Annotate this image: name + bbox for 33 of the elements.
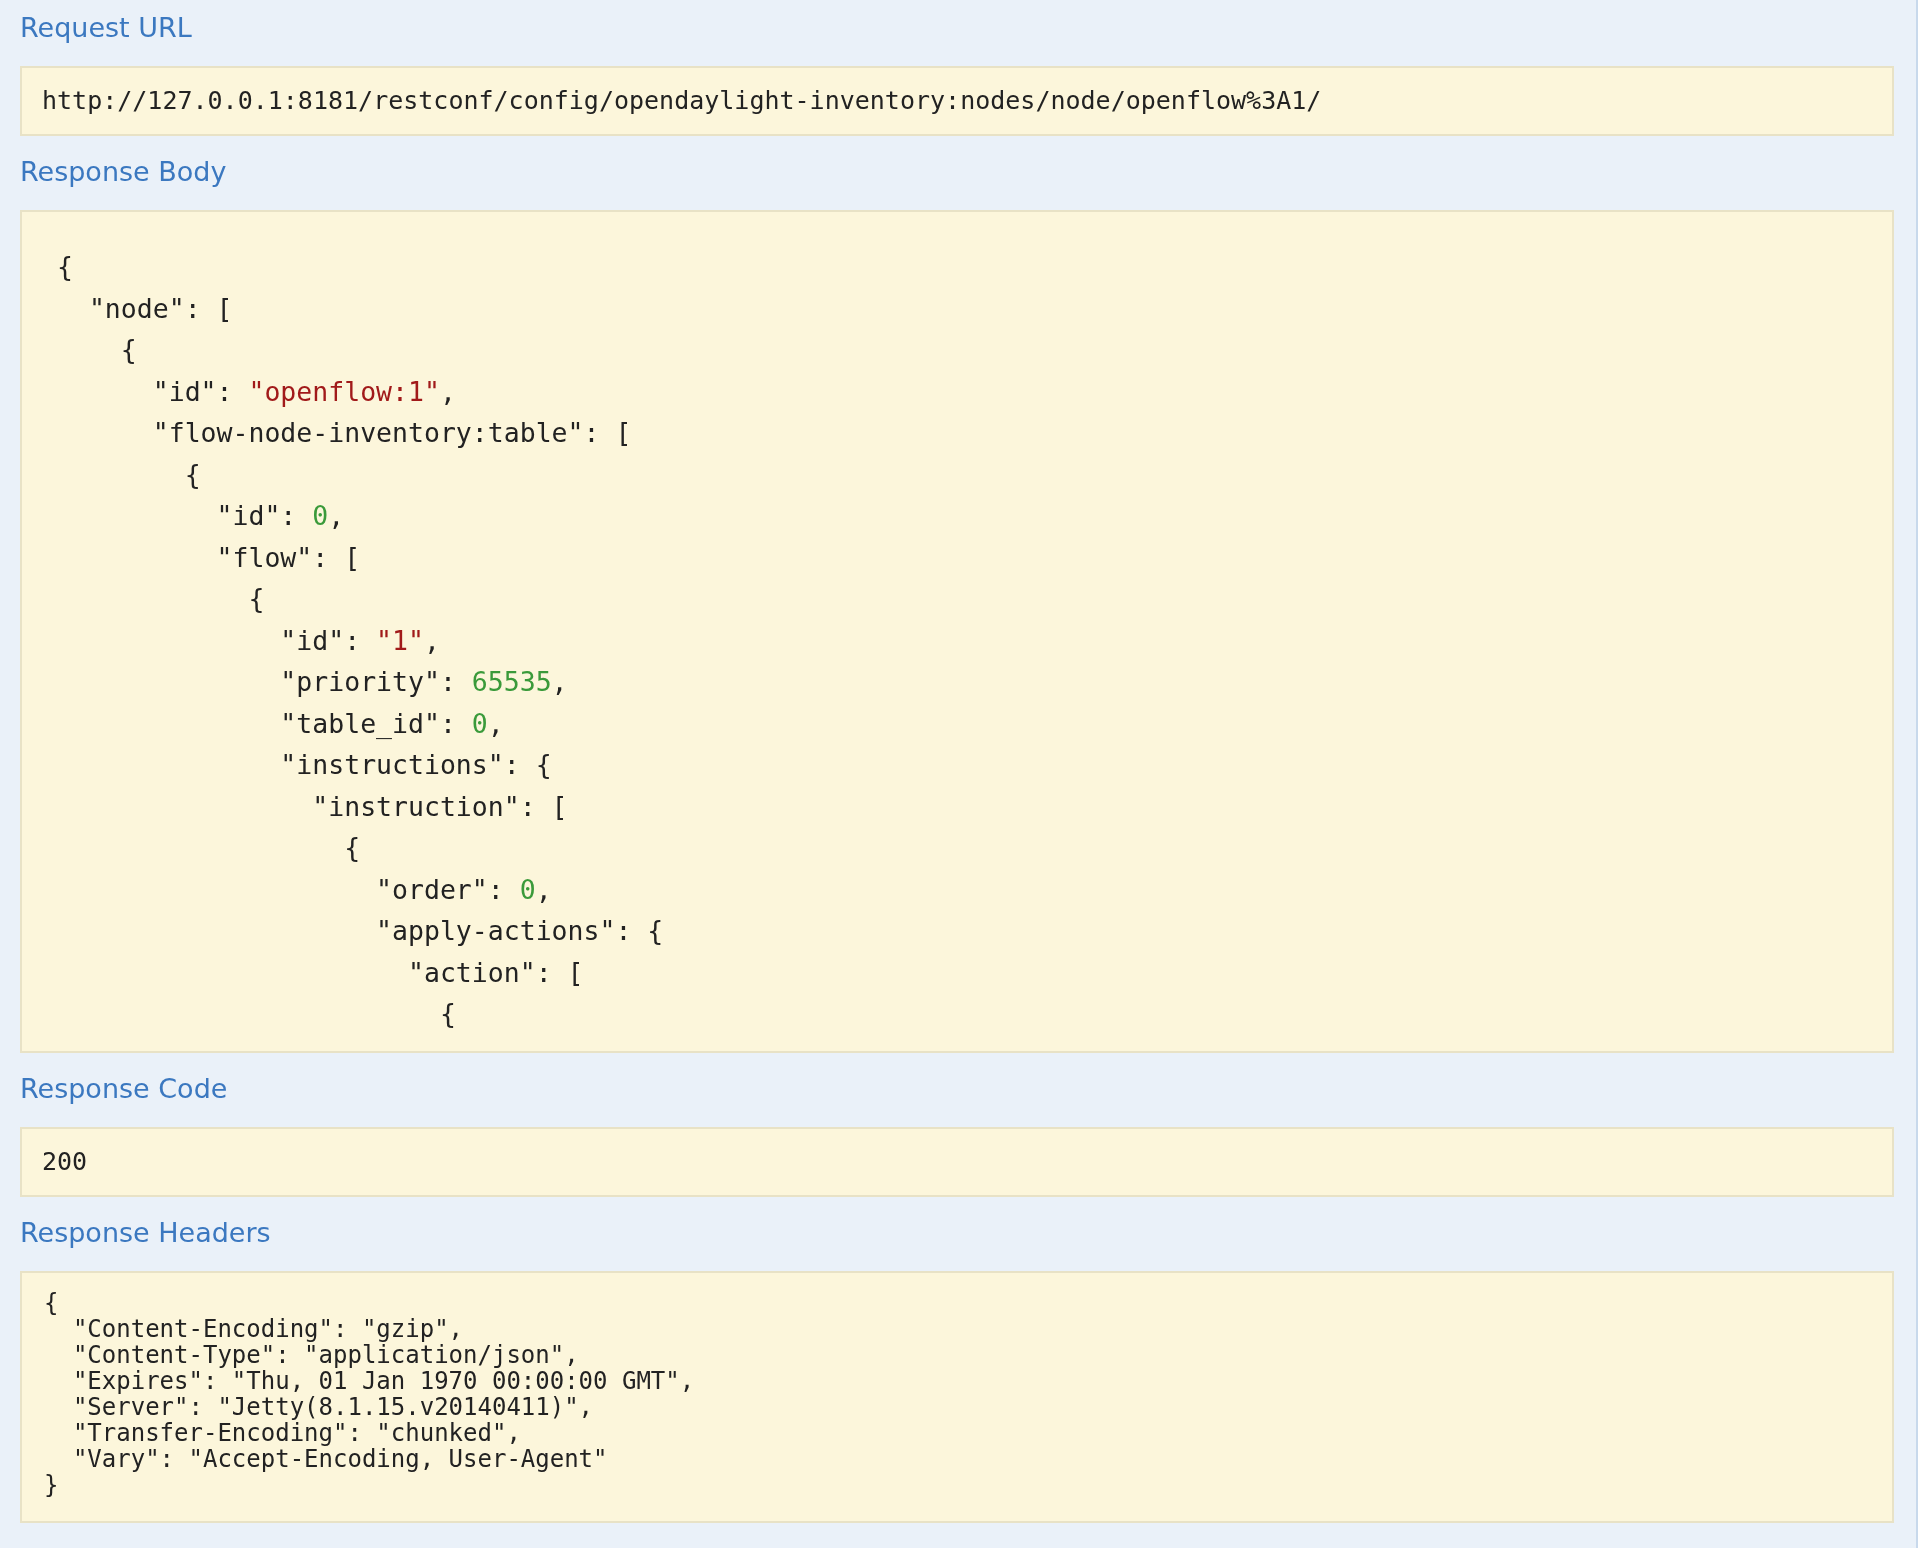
header-line: "Transfer-Encoding": "chunked", — [71, 1420, 521, 1446]
code-line: "id": "openflow:1", — [151, 374, 456, 409]
section-heading: Response Headers — [20, 1215, 271, 1250]
header-line: "Server": "Jetty(8.1.15.v20140411)", — [71, 1394, 594, 1420]
header-line: "Content-Type": "application/json", — [71, 1342, 579, 1368]
code-line: "flow-node-inventory:table": [ — [151, 416, 632, 450]
code-line: "action": [ — [407, 955, 584, 990]
value-text: http://127.0.0.1:8181/restconf/config/opendaylight-inventory:nodes/node/openflow%3A1/ — [42, 85, 1322, 118]
value-text: 200 — [42, 1146, 88, 1179]
code-line: "apply-actions": { — [375, 914, 664, 948]
code-line: "instructions": { — [279, 748, 552, 782]
header-line: } — [44, 1472, 59, 1498]
code-line: { — [438, 997, 456, 1031]
code-line: { — [57, 250, 73, 284]
code-line: "table_id": 0, — [279, 706, 504, 741]
section-heading: Request URL — [20, 10, 192, 45]
code-line: "id": 0, — [215, 499, 345, 533]
header-line: "Vary": "Accept-Encoding, User-Agent" — [71, 1446, 608, 1472]
code-line: "flow": [ — [215, 540, 361, 575]
code-line: { — [183, 457, 201, 492]
code-line: "id": "1", — [279, 623, 440, 658]
header-line: "Expires": "Thu, 01 Jan 1970 00:00:00 GMT", — [71, 1368, 695, 1394]
code-line: "instruction": [ — [311, 789, 568, 824]
code-line: "priority": 65535, — [279, 665, 568, 699]
code-line: { — [119, 333, 137, 367]
section-heading: Response Code — [20, 1071, 228, 1106]
code-line: "node": [ — [87, 291, 233, 326]
code-line: { — [247, 582, 265, 616]
section-heading: Response Body — [20, 154, 227, 189]
header-line: "Content-Encoding": "gzip", — [71, 1316, 464, 1342]
code-line: { — [343, 831, 361, 865]
code-line: "order": 0, — [375, 872, 552, 907]
header-line: { — [44, 1290, 59, 1316]
